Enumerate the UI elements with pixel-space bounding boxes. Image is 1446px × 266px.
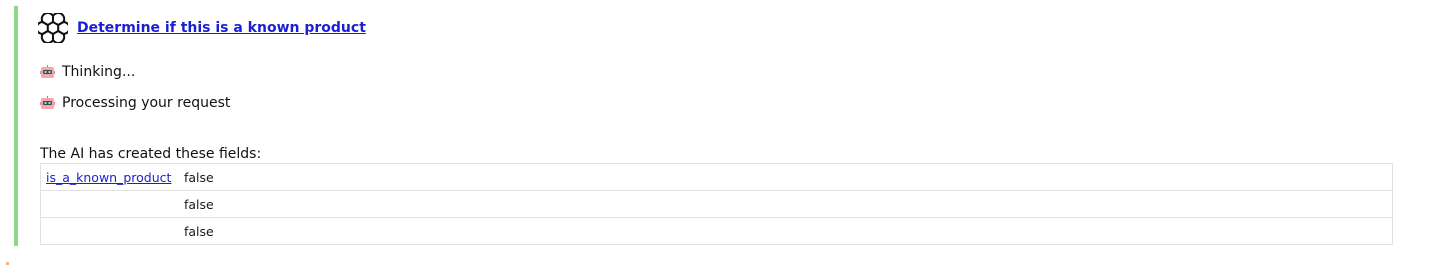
status-text: Processing your request [62, 95, 231, 111]
field-value-cell: false [179, 163, 1393, 191]
fields-table: is_a_known_product false false false [40, 163, 1393, 245]
edge-marker [6, 262, 9, 265]
fields-caption: The AI has created these fields: [40, 146, 262, 162]
field-name-cell [40, 190, 179, 218]
table-row: false [40, 190, 1393, 218]
field-name-cell [40, 217, 179, 245]
field-name-link[interactable]: is_a_known_product [46, 170, 171, 185]
openai-logo-icon [35, 12, 71, 44]
task-header: Determine if this is a known product [35, 12, 366, 44]
status-thinking: Thinking... [40, 64, 135, 80]
ai-task-panel: Determine if this is a known product Thi… [14, 6, 1398, 246]
robot-icon [40, 65, 55, 79]
status-processing: Processing your request [40, 95, 230, 111]
robot-icon [40, 96, 55, 110]
table-row: is_a_known_product false [40, 163, 1393, 191]
task-title-link[interactable]: Determine if this is a known product [77, 20, 366, 36]
field-value-cell: false [179, 217, 1393, 245]
field-name-cell: is_a_known_product [40, 163, 179, 191]
table-row: false [40, 217, 1393, 245]
field-value-cell: false [179, 190, 1393, 218]
status-text: Thinking... [62, 64, 136, 80]
